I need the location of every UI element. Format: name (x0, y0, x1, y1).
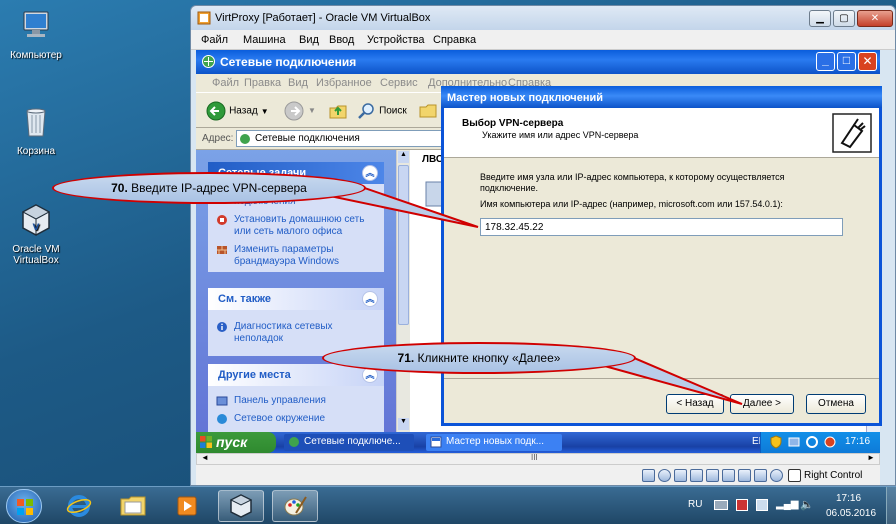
callout-number: 70. (111, 181, 128, 195)
media-player-icon (177, 496, 197, 516)
guest-horizontal-scrollbar[interactable]: ◄ III ► (196, 453, 880, 465)
virtualbox-icon (229, 494, 253, 518)
taskbar-internet-explorer[interactable] (56, 490, 102, 522)
scroll-left-icon[interactable]: ◄ (201, 453, 209, 462)
keyboard-tray-icon[interactable] (714, 500, 728, 510)
windows-start-button[interactable] (6, 489, 42, 523)
taskbar-virtualbox[interactable] (218, 490, 264, 522)
callout-pointers (327, 181, 743, 405)
callout-text: Кликните кнопку «Далее» (417, 351, 561, 365)
host-taskbar: RU ▂▄▆ 🔈 17:16 06.05.2016 (0, 486, 896, 524)
callout-71: 71. Кликните кнопку «Далее» (322, 342, 636, 374)
host-clock-date[interactable]: 06.05.2016 (826, 508, 876, 519)
paint-icon (284, 496, 307, 516)
host-language-indicator[interactable]: RU (688, 499, 702, 510)
taskbar-paint[interactable] (272, 490, 318, 522)
network-adapter-icon[interactable] (674, 469, 687, 482)
folder-icon (120, 496, 146, 516)
callout-text: Введите IP-адрес VPN-сервера (131, 181, 307, 195)
callout-70: 70. Введите IP-адрес VPN-сервера (52, 172, 366, 204)
optical-drive-icon[interactable] (658, 469, 671, 482)
show-desktop-button[interactable] (886, 487, 896, 524)
taskbar-media-player[interactable] (164, 490, 210, 522)
host-key-icon[interactable] (788, 469, 801, 482)
internet-explorer-icon (66, 495, 92, 517)
host-key-label: Right Control (804, 470, 863, 481)
video-capture-icon[interactable] (738, 469, 751, 482)
cpu-icon[interactable] (754, 469, 767, 482)
device-tray-icon[interactable] (756, 499, 768, 511)
callout-number: 71. (397, 351, 415, 365)
windows-logo-icon (17, 499, 33, 515)
mouse-integration-icon[interactable] (770, 469, 783, 482)
taskbar-explorer[interactable] (110, 490, 156, 522)
shared-folders-icon[interactable] (706, 469, 719, 482)
volume-muted-icon[interactable]: 🔈 (800, 498, 814, 511)
virtualbox-statusbar: Right Control (196, 465, 880, 485)
usb-icon[interactable] (690, 469, 703, 482)
action-center-flag-icon[interactable] (736, 499, 748, 511)
display-icon[interactable] (722, 469, 735, 482)
scroll-grip: III (531, 453, 538, 462)
host-clock-time[interactable]: 17:16 (836, 493, 861, 504)
network-signal-icon[interactable]: ▂▄▆ (776, 499, 798, 510)
hard-disk-icon[interactable] (642, 469, 655, 482)
scroll-right-icon[interactable]: ► (867, 453, 875, 462)
